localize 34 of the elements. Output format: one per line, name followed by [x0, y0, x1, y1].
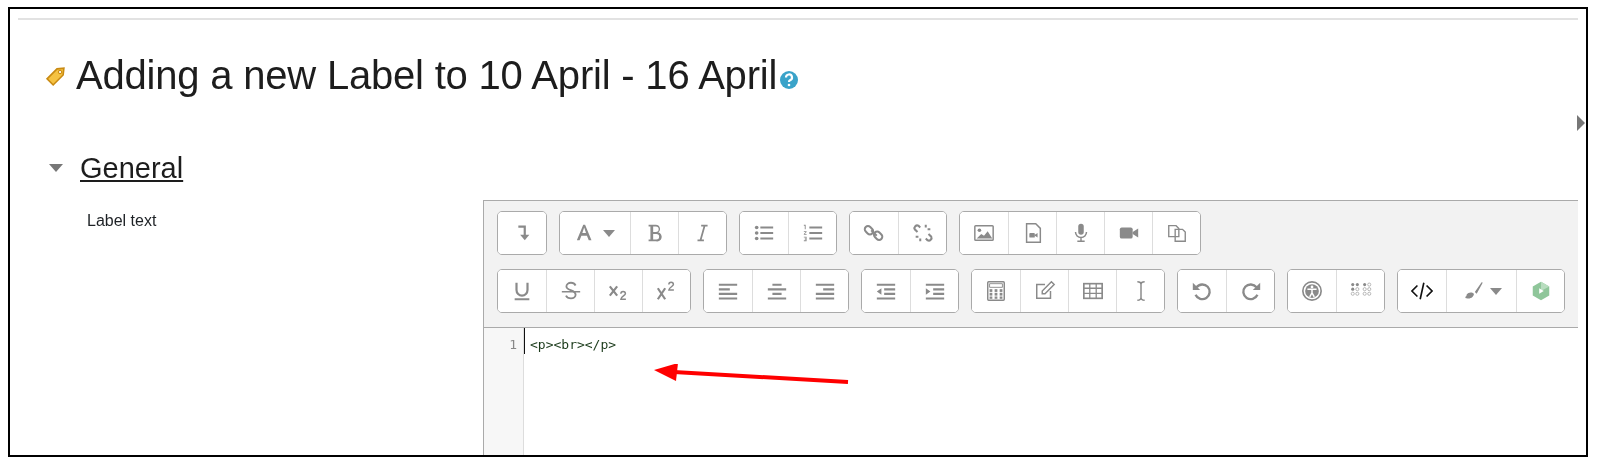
text-cursor-button[interactable] [1116, 270, 1164, 312]
italic-button[interactable] [678, 212, 726, 254]
expand-icon [1576, 115, 1586, 131]
copy-button[interactable] [1152, 212, 1200, 254]
code-line: <p><br></p> [530, 336, 617, 354]
caret-icon [603, 229, 615, 237]
unlink-icon [911, 222, 934, 244]
redo-icon [1239, 280, 1262, 302]
caret-icon [1489, 287, 1502, 295]
braille-button[interactable] [1336, 270, 1384, 312]
numbered-list-button[interactable] [788, 212, 836, 254]
strikethrough-icon [559, 280, 582, 302]
code-icon [1411, 280, 1433, 302]
unlink-button[interactable] [898, 212, 946, 254]
superscript-button[interactable] [642, 270, 690, 312]
numbered-list-icon [801, 222, 824, 244]
hexagon-play-button[interactable] [1516, 270, 1564, 312]
accessibility-icon [1301, 280, 1323, 302]
section-heading-link[interactable]: General [80, 151, 184, 185]
link-icon [863, 222, 885, 244]
page-title: Adding a new Label to 10 April - 16 April [76, 52, 778, 98]
collapse-button[interactable] [498, 212, 546, 254]
align-right-button[interactable] [800, 270, 848, 312]
undo-icon [1191, 280, 1213, 302]
copy-icon [1165, 222, 1188, 244]
pencil-square-icon [1033, 280, 1056, 302]
help-icon [779, 70, 800, 90]
line-number: 1 [508, 336, 517, 354]
field-label: Label text [87, 212, 158, 230]
redo-button[interactable] [1226, 270, 1274, 312]
indent-button[interactable] [910, 270, 958, 312]
calculator-icon [985, 280, 1007, 302]
image-icon [973, 222, 995, 244]
table-icon [1081, 280, 1104, 302]
